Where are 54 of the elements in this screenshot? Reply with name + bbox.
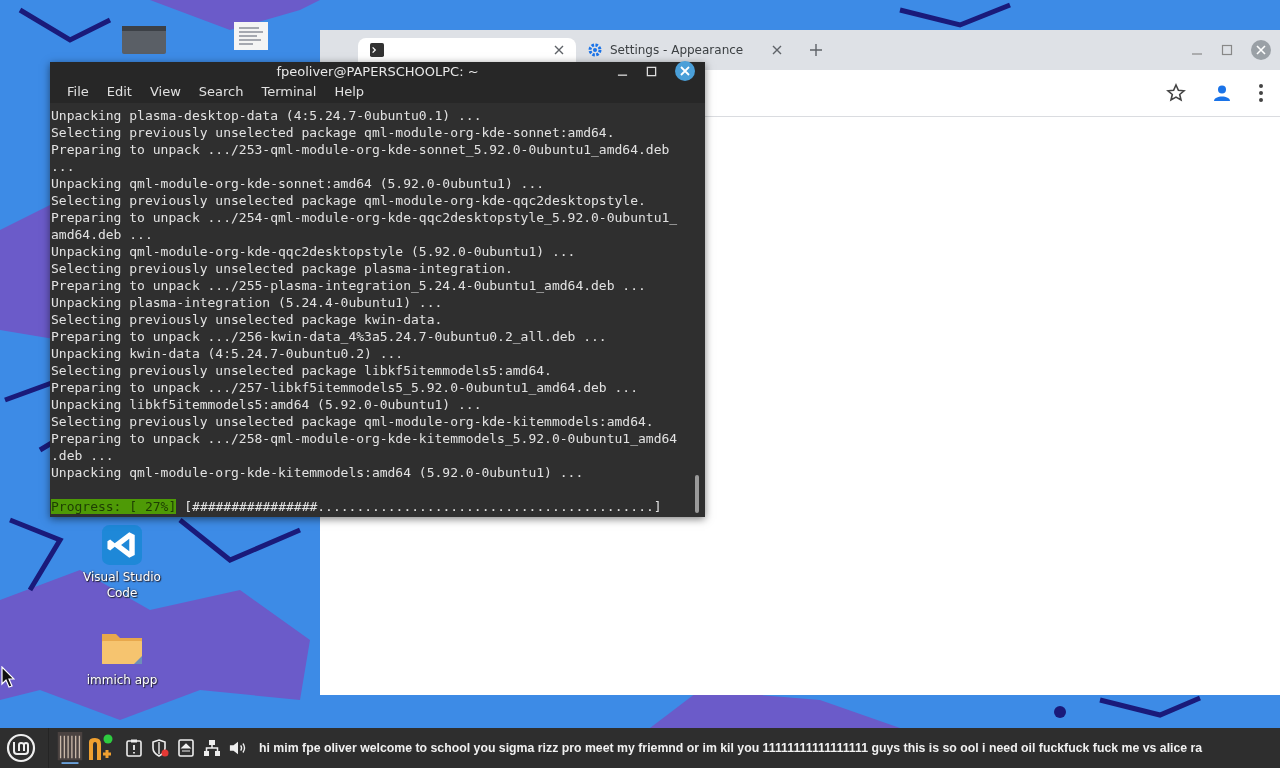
progress-text: [################...........................................] [184,499,662,514]
scrolling-message: hi mim fpe oliver welcome to school you sigma rizz pro meet my friemnd or im kil you 11111111111111111 guys this is so ool i need oil fuckfuck fuck me vs alice ra [259,741,1203,755]
terminal-line: Unpacking qml-module-org-kde-qqc2desktopstyle (5.92.0-0ubuntu1) ... [51,243,577,260]
terminal-line: Selecting previously unselected package plasma-integration. [51,260,514,277]
terminal-line: Unpacking plasma-integration (5.24.4-0ubuntu1) ... [51,294,444,311]
settings-icon [588,43,602,57]
scrollbar-thumb[interactable] [695,475,699,513]
terminal-line: amd64.deb ... [51,226,154,243]
profile-icon[interactable] [1212,83,1232,103]
terminal-line: .deb ... [51,447,115,464]
menu-item[interactable]: Search [189,84,253,99]
menu-icon[interactable] [1258,83,1264,103]
terminal-line: Selecting previously unselected package qml-module-org-kde-kitemmodels:amd64. [51,413,655,430]
terminal-line: Preparing to unpack .../253-qml-module-org-kde-sonnet_5.92.0-0ubuntu1_amd64.deb [51,141,671,158]
terminal-icon [370,43,384,57]
terminal-line: Selecting previously unselected package kwin-data. [51,311,444,328]
plus-icon[interactable] [810,44,822,56]
clipboard-icon[interactable] [125,739,143,757]
menu-item[interactable]: View [140,84,190,99]
icon-label[interactable]: Visual Studio Code [77,569,167,601]
close-icon[interactable] [554,45,564,55]
window-thumbnail-icon[interactable] [57,732,83,764]
code-editor-icon[interactable] [100,525,144,565]
mouse-cursor-icon [1,666,15,688]
terminal-line: Unpacking kwin-data (4:5.24.7-0ubuntu0.2) ... [51,345,405,362]
terminal-line: Unpacking plasma-desktop-data (4:5.24.7-0ubuntu0.1) ... [51,107,483,124]
terminal-line: Selecting previously unselected package libkf5itemmodels5:amd64. [51,362,553,379]
eject-icon[interactable] [177,739,195,757]
terminal-line: Preparing to unpack .../254-qml-module-org-kde-qqc2desktopstyle_5.92.0-0ubuntu1_ [51,209,679,226]
terminal-line: Unpacking qml-module-org-kde-kitemmodels:amd64 (5.92.0-0ubuntu1) ... [51,464,585,481]
menu-item[interactable]: Terminal [252,84,326,99]
menu-item[interactable]: File [58,84,98,99]
menu-icon[interactable] [6,733,36,763]
close-icon[interactable] [675,61,695,81]
terminal-line: Preparing to unpack .../256-kwin-data_4%3a5.24.7-0ubuntu0.2_all.deb ... [51,328,608,345]
star-icon[interactable] [1166,83,1186,103]
network-icon[interactable] [203,739,221,757]
terminal-line: Unpacking libkf5itemmodels5:amd64 (5.92.0-0ubuntu1) ... [51,396,483,413]
terminal-line: Preparing to unpack .../258-qml-module-org-kde-kitemmodels_5.92.0-0ubuntu1_amd64 [51,430,679,447]
menu-item[interactable]: Edit [97,84,141,99]
terminal-line: Selecting previously unselected package qml-module-org-kde-qqc2desktopstyle. [51,192,647,209]
menu-item[interactable]: Help [325,84,374,99]
icon-label[interactable]: immich app [86,672,158,688]
terminal-line: Preparing to unpack .../255-plasma-integration_5.24.4-0ubuntu1_amd64.deb ... [51,277,647,294]
shield-icon[interactable] [151,739,169,757]
terminal-line: ... [51,158,76,175]
terminal-line: Unpacking qml-module-org-kde-sonnet:amd64 (5.92.0-0ubuntu1) ... [51,175,546,192]
browser-tab[interactable] [358,38,576,62]
volume-icon[interactable] [229,739,247,757]
terminal-line: Preparing to unpack .../257-libkf5itemmodels5_5.92.0-0ubuntu1_amd64.deb ... [51,379,639,396]
window-title: fpeoliver@PAPERSCHOOLPC: ~ [276,63,479,79]
terminal-line: Selecting previously unselected package qml-module-org-kde-sonnet:amd64. [51,124,616,141]
progress-label: Progress: [ 27%] [51,499,177,514]
browser-tab[interactable]: Settings - Appearance [576,38,794,62]
